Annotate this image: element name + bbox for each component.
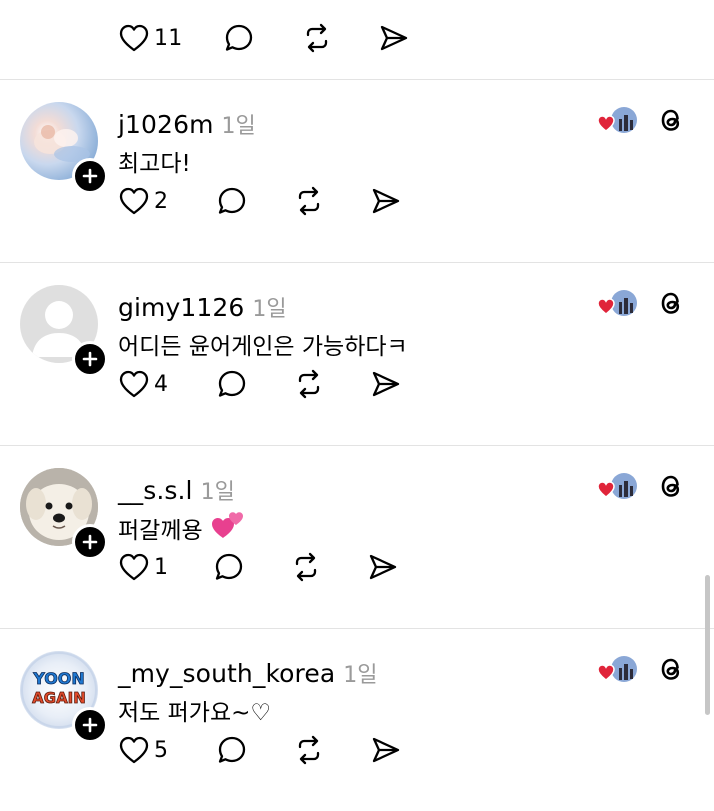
heart-icon (119, 553, 149, 581)
liked-by-author-badge (597, 105, 639, 135)
follow-plus-button[interactable] (72, 341, 108, 377)
username[interactable]: _my_south_korea (118, 659, 335, 688)
reply-post: YOON AGAIN _my_south_korea 1일 저도 퍼가요~♡ 5 (0, 629, 714, 811)
follow-plus-button[interactable] (72, 158, 108, 194)
threads-icon[interactable] (655, 287, 687, 319)
like-button[interactable]: 2 (118, 184, 168, 218)
liked-by-author-badge (597, 654, 639, 684)
share-button[interactable] (370, 733, 402, 767)
reply-post: __s.s.l 1일 퍼갈께용 1 (0, 446, 714, 628)
reply-post: j1026m 1일 최고다! 2 (0, 80, 714, 262)
post-text: 저도 퍼가요~♡ (118, 700, 272, 726)
threads-icon[interactable] (655, 470, 687, 502)
username[interactable]: __s.s.l (118, 476, 193, 505)
share-icon (369, 554, 397, 580)
comment-icon (225, 24, 253, 51)
share-icon (380, 25, 408, 51)
like-button[interactable]: 4 (118, 367, 168, 401)
share-icon (372, 737, 400, 763)
threads-icon[interactable] (655, 653, 687, 685)
share-button[interactable] (367, 550, 399, 584)
threads-icon[interactable] (655, 104, 687, 136)
follow-plus-icon (82, 717, 98, 733)
repost-icon (306, 23, 328, 53)
repost-button[interactable] (290, 550, 322, 584)
like-count: 2 (154, 188, 169, 214)
follow-plus-icon (82, 351, 98, 367)
like-button[interactable]: 1 (118, 550, 168, 584)
repost-icon (298, 186, 320, 216)
liked-by-author-badge (597, 471, 639, 501)
post-time: 1일 (343, 663, 378, 688)
action-row: 4 (118, 367, 418, 401)
svg-text:YOON: YOON (32, 669, 85, 688)
top-action-row: 11 (118, 21, 418, 55)
post-text: 퍼갈께용 (118, 518, 203, 544)
post-text: 어디든 윤어게인은 가능하다ㅋ (118, 334, 408, 360)
repost-button[interactable] (293, 733, 325, 767)
action-row: 1 (118, 550, 418, 584)
heart-icon (119, 24, 149, 52)
comment-button[interactable] (216, 733, 248, 767)
comment-button[interactable] (223, 21, 255, 55)
heart-icon (119, 736, 149, 764)
reply-post: gimy1126 1일 어디든 윤어게인은 가능하다ㅋ 4 (0, 263, 714, 445)
share-icon (372, 371, 400, 397)
follow-plus-button[interactable] (72, 707, 108, 743)
share-button[interactable] (378, 21, 410, 55)
comment-icon (218, 187, 246, 214)
post-time: 1일 (200, 480, 235, 505)
like-count: 4 (154, 371, 169, 397)
heart-icon (119, 187, 149, 215)
post-time: 1일 (252, 297, 287, 322)
follow-plus-icon (82, 534, 98, 550)
like-button[interactable]: 5 (118, 733, 168, 767)
post-time: 1일 (221, 114, 256, 139)
repost-icon (298, 369, 320, 399)
action-row: 5 (118, 733, 418, 767)
repost-button[interactable] (293, 367, 325, 401)
action-row: 2 (118, 184, 418, 218)
post-header: __s.s.l 1일 (118, 474, 235, 506)
username[interactable]: j1026m (118, 110, 214, 139)
comment-button[interactable] (213, 550, 245, 584)
repost-button[interactable] (301, 21, 333, 55)
like-count: 11 (154, 25, 183, 51)
follow-plus-icon (82, 168, 98, 184)
share-icon (372, 188, 400, 214)
comment-icon (218, 370, 246, 397)
comment-button[interactable] (216, 367, 248, 401)
repost-button[interactable] (293, 184, 325, 218)
post-header: j1026m 1일 (118, 108, 256, 140)
comment-button[interactable] (216, 184, 248, 218)
liked-by-author-badge (597, 288, 639, 318)
heart-icon (119, 370, 149, 398)
post-header: _my_south_korea 1일 (118, 657, 378, 689)
follow-plus-button[interactable] (72, 524, 108, 560)
post-text: 최고다! (118, 151, 191, 177)
like-count: 5 (154, 737, 169, 763)
like-button[interactable]: 11 (118, 21, 182, 55)
like-count: 1 (154, 554, 169, 580)
share-button[interactable] (370, 367, 402, 401)
two-hearts-emoji (211, 510, 245, 546)
repost-icon (295, 552, 317, 582)
comment-icon (218, 736, 246, 763)
username[interactable]: gimy1126 (118, 293, 244, 322)
post-header: gimy1126 1일 (118, 291, 287, 323)
comment-icon (215, 553, 243, 580)
repost-icon (298, 735, 320, 765)
svg-text:AGAIN: AGAIN (32, 689, 86, 707)
post-text-row: 퍼갈께용 (118, 510, 245, 546)
scrollbar[interactable] (705, 575, 710, 715)
share-button[interactable] (370, 184, 402, 218)
